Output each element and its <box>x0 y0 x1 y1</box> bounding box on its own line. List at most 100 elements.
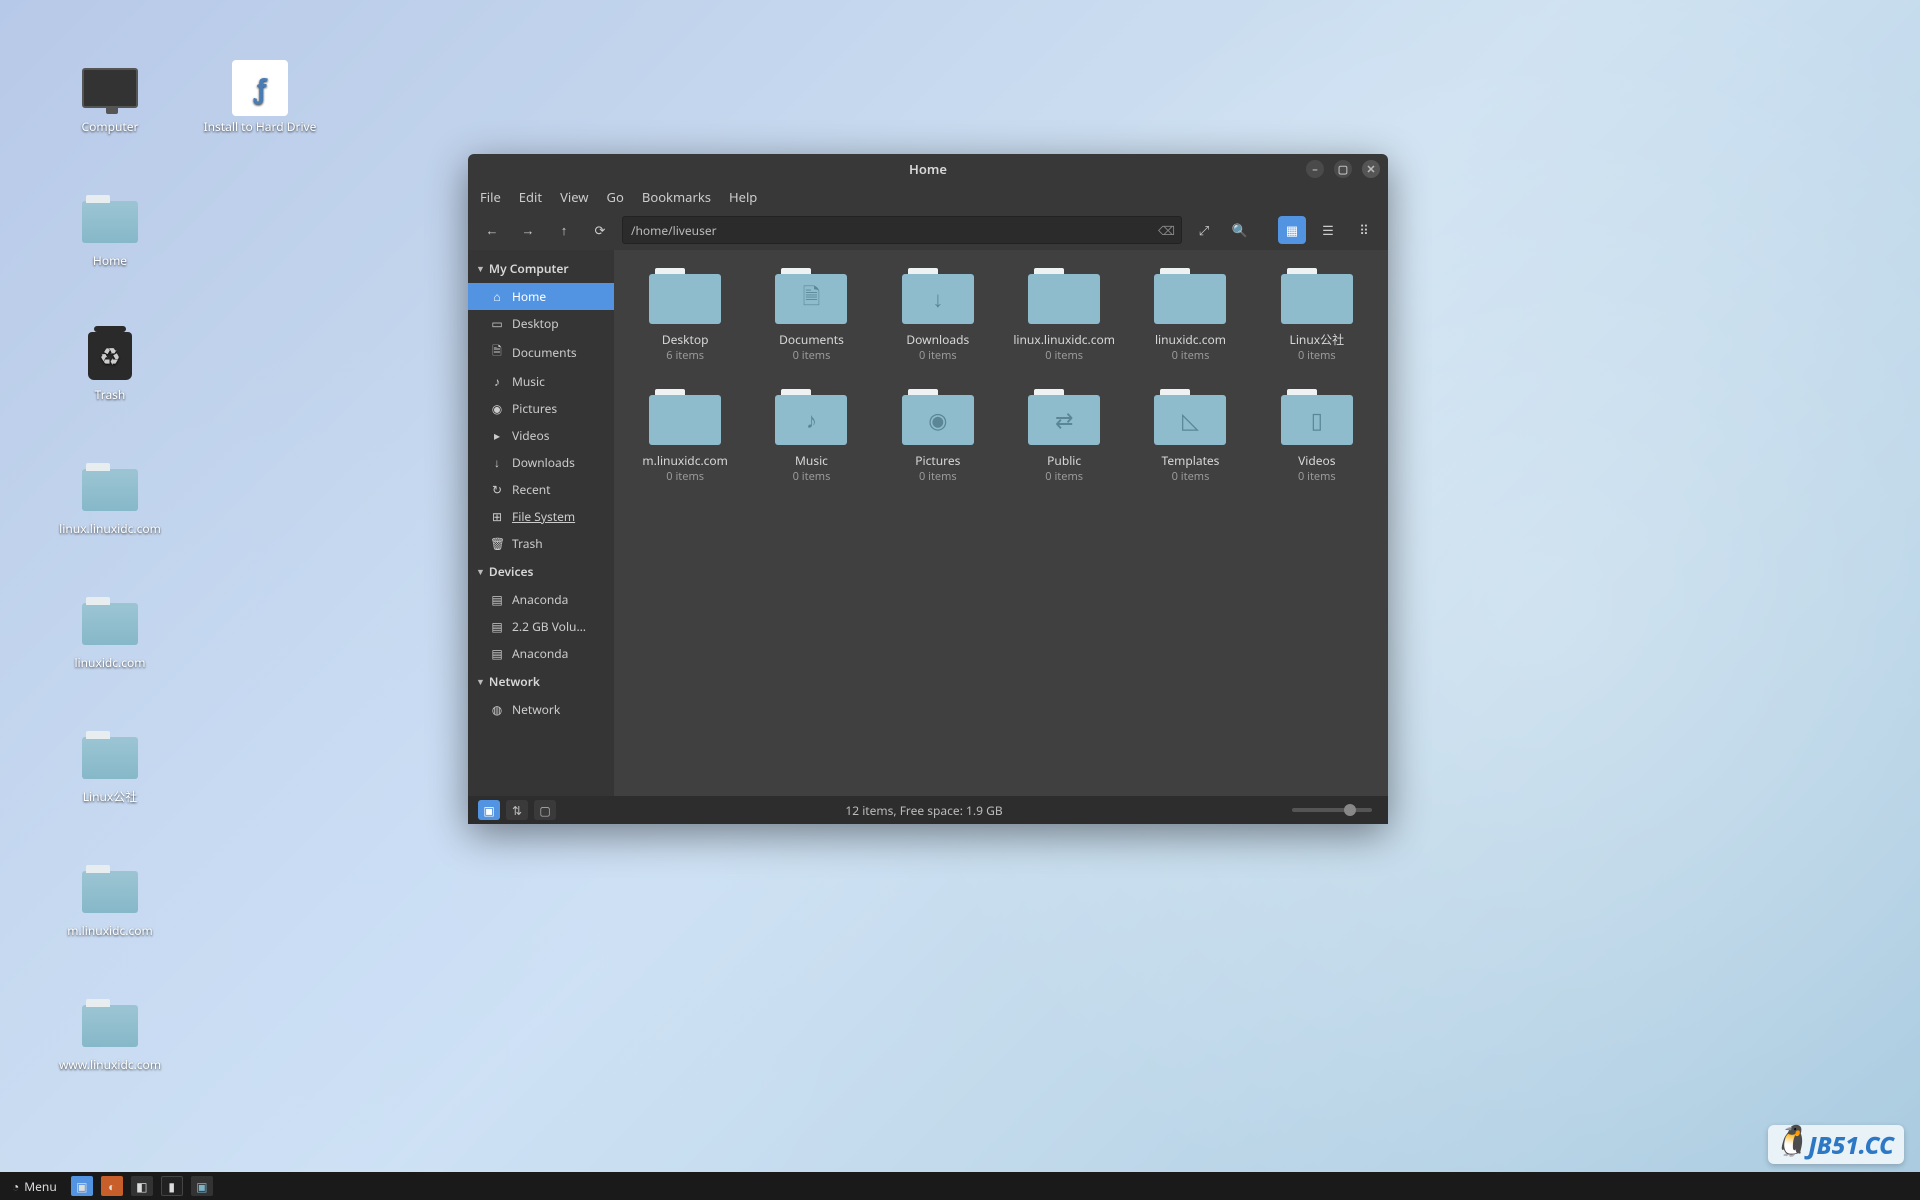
sidebar-section-devices[interactable]: ▼ Devices <box>468 557 614 586</box>
sidebar-item-devices-0[interactable]: ▤Anaconda <box>468 586 614 613</box>
sidebar-item-mycomp-0[interactable]: ⌂Home <box>468 283 614 310</box>
compact-view-button[interactable]: ⠿ <box>1350 216 1378 244</box>
taskbar-app-files[interactable]: ▣ <box>71 1176 93 1196</box>
sidebar-item-mycomp-7[interactable]: ↻Recent <box>468 476 614 503</box>
file-item-4[interactable]: linuxidc.com0 items <box>1131 262 1249 369</box>
menu-edit[interactable]: Edit <box>519 188 542 206</box>
search-button[interactable]: 🔍 <box>1226 216 1254 244</box>
sidebar-section-mycomputer[interactable]: ▼ My Computer <box>468 254 614 283</box>
menu-button[interactable]: ◔ Menu <box>6 1178 63 1195</box>
file-item-3[interactable]: linux.linuxidc.com0 items <box>1005 262 1123 369</box>
close-button[interactable]: ✕ <box>1362 160 1380 178</box>
sidebar-item-icon: ◉ <box>490 400 504 417</box>
reload-button[interactable]: ⟳ <box>586 216 614 244</box>
file-item-6[interactable]: m.linuxidc.com0 items <box>626 383 744 490</box>
sidebar-item-label: Music <box>512 373 545 390</box>
folder-icon: ↓ <box>902 268 974 324</box>
zoom-slider[interactable] <box>1292 808 1372 812</box>
clear-path-icon[interactable]: ⌫ <box>1158 222 1175 239</box>
installer-icon: ƒ <box>232 60 288 116</box>
desktop-icon-label: linuxidc.com <box>50 654 170 671</box>
forward-button[interactable]: → <box>514 216 542 244</box>
sidebar-section-network[interactable]: ▼ Network <box>468 667 614 696</box>
sidebar-item-icon: ↓ <box>490 454 504 471</box>
sidebar-item-mycomp-1[interactable]: ▭Desktop <box>468 310 614 337</box>
sidebar-item-icon: ⊞ <box>490 508 504 525</box>
file-item-9[interactable]: ⇄Public0 items <box>1005 383 1123 490</box>
sidebar-item-label: Trash <box>512 535 543 552</box>
desktop-icon-label: www.linuxidc.com <box>50 1056 170 1073</box>
maximize-button[interactable]: ▢ <box>1334 160 1352 178</box>
folder-icon <box>1028 268 1100 324</box>
sidebar-item-devices-2[interactable]: ▤Anaconda <box>468 640 614 667</box>
close-sidebar-button[interactable]: ▢ <box>534 800 556 820</box>
file-subtitle: 0 items <box>793 469 831 484</box>
menu-icon: ◔ <box>12 1178 19 1195</box>
desktop-icon-trash[interactable]: ♻Trash <box>50 332 170 403</box>
chevron-down-icon: ▼ <box>476 675 485 688</box>
menu-file[interactable]: File <box>480 188 501 206</box>
content-area[interactable]: Desktop6 items🗎Documents0 items↓Download… <box>614 250 1388 796</box>
taskbar-app-terminal[interactable]: ▮ <box>161 1176 183 1196</box>
taskbar-app-firefox[interactable]: ◐ <box>101 1176 123 1196</box>
icon-view-button[interactable]: ▦ <box>1278 216 1306 244</box>
desktop-icon-label: Install to Hard Drive <box>200 118 320 135</box>
desktop-icon-d2[interactable]: linuxidc.com <box>50 600 170 671</box>
sidebar-item-mycomp-2[interactable]: 🗎Documents <box>468 337 614 368</box>
titlebar[interactable]: Home – ▢ ✕ <box>468 154 1388 184</box>
file-item-5[interactable]: Linux公社0 items <box>1258 262 1376 369</box>
menu-bookmarks[interactable]: Bookmarks <box>642 188 711 206</box>
menu-view[interactable]: View <box>560 188 588 206</box>
show-tree-button[interactable]: ⇅ <box>506 800 528 820</box>
file-item-10[interactable]: ◺Templates0 items <box>1131 383 1249 490</box>
sidebar-item-mycomp-3[interactable]: ♪ Music <box>468 368 614 395</box>
file-name: Pictures <box>915 453 960 468</box>
file-subtitle: 0 items <box>666 469 704 484</box>
path-input[interactable]: /home/liveuser ⌫ <box>622 216 1182 244</box>
file-item-2[interactable]: ↓Downloads0 items <box>879 262 997 369</box>
watermark-badge: 🐧 JB51.CC <box>1768 1125 1904 1164</box>
sidebar-item-mycomp-9[interactable]: 🗑Trash <box>468 530 614 557</box>
desktop-icon-d5[interactable]: www.linuxidc.com <box>50 1002 170 1073</box>
sidebar-item-icon: ▭ <box>490 315 504 332</box>
sidebar-item-icon: ⌂ <box>490 288 504 305</box>
up-button[interactable]: ↑ <box>550 216 578 244</box>
desktop-icon-computer[interactable]: Computer <box>50 64 170 135</box>
file-item-8[interactable]: ◉Pictures0 items <box>879 383 997 490</box>
desktop-icon-label: Home <box>50 252 170 269</box>
back-button[interactable]: ← <box>478 216 506 244</box>
desktop-icon-d4[interactable]: m.linuxidc.com <box>50 868 170 939</box>
file-name: Linux公社 <box>1290 332 1345 347</box>
sidebar-item-label: Videos <box>512 427 549 444</box>
sidebar-item-icon: ♪ <box>490 373 504 390</box>
sidebar-item-mycomp-6[interactable]: ↓Downloads <box>468 449 614 476</box>
sidebar-item-mycomp-8[interactable]: ⊞File System <box>468 503 614 530</box>
taskbar-app-filemanager[interactable]: ▣ <box>191 1176 213 1196</box>
sidebar-item-mycomp-4[interactable]: ◉Pictures <box>468 395 614 422</box>
desktop-icon-home[interactable]: Home <box>50 198 170 269</box>
file-item-11[interactable]: ▯Videos0 items <box>1258 383 1376 490</box>
show-places-button[interactable]: ▣ <box>478 800 500 820</box>
file-item-7[interactable]: ♪Music0 items <box>752 383 870 490</box>
desktop-icon-install[interactable]: ƒInstall to Hard Drive <box>200 64 320 135</box>
desktop-icon-d3[interactable]: Linux公社 <box>50 734 170 805</box>
desktop-icon-d1[interactable]: linux.linuxidc.com <box>50 466 170 537</box>
sidebar-item-icon: ▸ <box>490 427 504 444</box>
menu-go[interactable]: Go <box>607 188 624 206</box>
desktop-icon-label: Computer <box>50 118 170 135</box>
file-item-1[interactable]: 🗎Documents0 items <box>752 262 870 369</box>
file-name: Desktop <box>662 332 709 347</box>
sidebar-item-devices-1[interactable]: ▤2.2 GB Volu… <box>468 613 614 640</box>
menu-help[interactable]: Help <box>729 188 757 206</box>
taskbar: ◔ Menu ▣ ◐ ◧ ▮ ▣ <box>0 1172 1920 1200</box>
minimize-button[interactable]: – <box>1306 160 1324 178</box>
folder-icon: ◉ <box>902 389 974 445</box>
file-item-0[interactable]: Desktop6 items <box>626 262 744 369</box>
folder-icon <box>82 603 138 645</box>
file-subtitle: 0 items <box>1298 348 1336 363</box>
sidebar-item-network-0[interactable]: ◍Network <box>468 696 614 723</box>
toggle-path-button[interactable]: ⤢ <box>1190 216 1218 244</box>
taskbar-app-generic[interactable]: ◧ <box>131 1176 153 1196</box>
sidebar-item-mycomp-5[interactable]: ▸ Videos <box>468 422 614 449</box>
list-view-button[interactable]: ☰ <box>1314 216 1342 244</box>
